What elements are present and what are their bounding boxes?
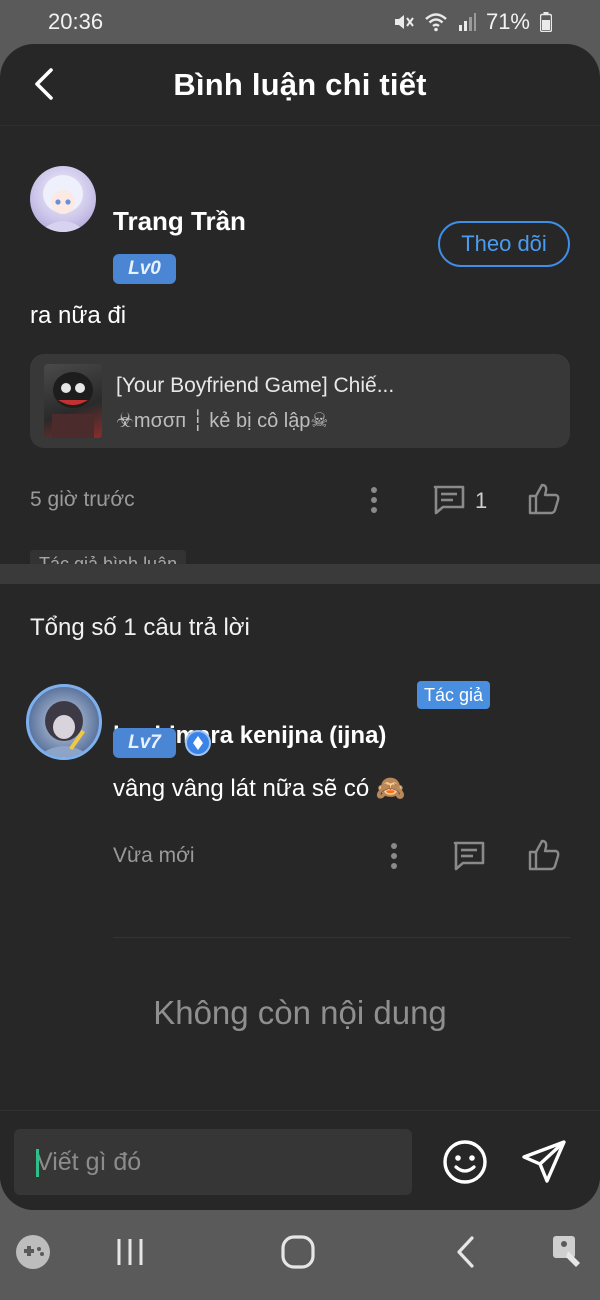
vip-badge (185, 730, 211, 756)
status-time: 20:36 (48, 9, 104, 34)
reply-text: vâng vâng lát nữa sẽ có 🙈 (113, 775, 406, 802)
reply-avatar[interactable] (26, 684, 102, 760)
app-window: Bình luận chi tiết Trang Trần Lv0 Theo d… (0, 44, 600, 1210)
avatar[interactable] (30, 166, 96, 232)
level-badge: Lv0 (113, 254, 176, 284)
chevron-left-icon (35, 68, 53, 100)
status-bar: 20:36 71% (0, 0, 600, 44)
text-caret (36, 1149, 39, 1177)
battery-icon (540, 12, 552, 32)
input-bar (0, 1110, 600, 1210)
reply-more-options-button[interactable] (380, 838, 408, 874)
home-button[interactable] (278, 1232, 318, 1272)
battery-text: 71% (485, 9, 530, 34)
emoji-button[interactable] (440, 1137, 490, 1187)
mute-icon (392, 11, 414, 33)
reply-comment-button[interactable] (450, 837, 488, 875)
back-icon (457, 1236, 474, 1268)
replies-heading: Tổng số 1 câu trả lời (30, 614, 250, 641)
avatar-image (37, 701, 91, 757)
header: Bình luận chi tiết (0, 44, 600, 126)
comment-icon (433, 485, 465, 515)
signal-icon (458, 12, 476, 32)
no-more-content: Không còn nội dung (153, 994, 447, 1031)
reply-time: Vừa mới (113, 844, 195, 867)
story-thumbnail (44, 364, 102, 438)
assistant-button[interactable] (548, 1232, 586, 1272)
thumbs-up-icon (528, 839, 560, 871)
thumbs-up-icon (528, 483, 560, 515)
comment-icon (453, 841, 485, 871)
reply-count: 1 (475, 488, 488, 513)
user-name[interactable]: Trang Trần (113, 206, 246, 237)
comment-text: ra nữa đi (30, 302, 127, 329)
more-vertical-icon (371, 487, 377, 513)
home-icon (281, 1235, 315, 1269)
linked-story-card[interactable]: [Your Boyfriend Game] Chiế... ☣mσσп ┆ kẻ… (30, 354, 570, 448)
system-back-button[interactable] (450, 1232, 480, 1272)
section-divider (0, 564, 600, 584)
system-nav-bar (0, 1210, 600, 1300)
story-author: ☣mσσп ┆ kẻ bị cô lập☠ (116, 410, 329, 432)
avatar-image (40, 175, 86, 232)
reply-button[interactable] (430, 481, 468, 519)
reply-like-button[interactable] (526, 836, 562, 874)
game-launcher-button[interactable] (14, 1232, 52, 1272)
accessibility-icon (553, 1236, 580, 1267)
story-title: [Your Boyfriend Game] Chiế... (116, 374, 395, 397)
status-icons: 71% (392, 9, 552, 35)
author-chip: Tác giả (417, 681, 491, 709)
recent-apps-button[interactable] (110, 1232, 150, 1272)
comment-time: 5 giờ trước (30, 488, 135, 511)
page-title: Bình luận chi tiết (173, 66, 427, 102)
recent-apps-icon (117, 1239, 143, 1265)
send-icon (522, 1140, 566, 1183)
comment-input[interactable] (14, 1129, 412, 1195)
more-options-button[interactable] (360, 482, 388, 518)
emoji-icon (443, 1140, 487, 1184)
divider (113, 937, 570, 938)
send-button[interactable] (518, 1137, 570, 1187)
diamond-icon (193, 736, 203, 750)
more-vertical-icon (391, 843, 397, 869)
reply-level-badge: Lv7 (113, 728, 176, 758)
gamepad-icon (16, 1235, 50, 1269)
like-button[interactable] (526, 480, 562, 518)
back-button[interactable] (24, 62, 64, 106)
follow-button[interactable]: Theo dõi (438, 221, 570, 267)
wifi-icon (424, 11, 448, 33)
